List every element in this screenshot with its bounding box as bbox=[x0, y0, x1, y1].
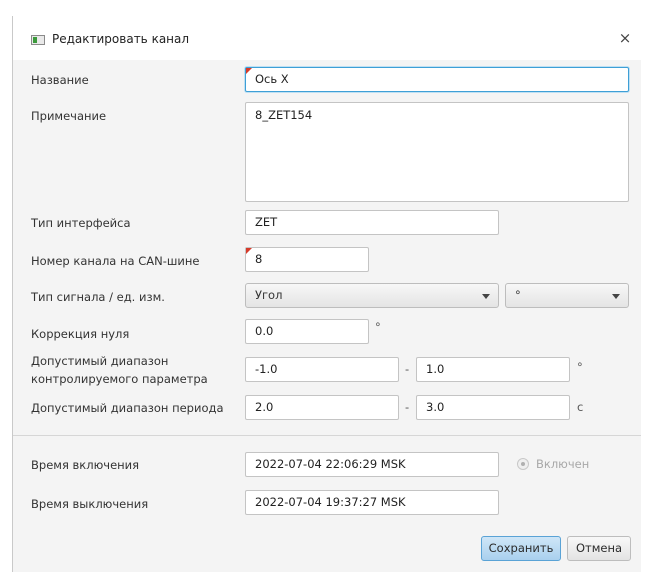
off-time-input[interactable]: 2022-07-04 19:37:27 MSK bbox=[245, 490, 499, 515]
on-time-input[interactable]: 2022-07-04 22:06:29 MSK bbox=[245, 452, 499, 477]
on-time-label: Время включения bbox=[31, 458, 140, 472]
interface-type-label: Тип интерфейса bbox=[31, 216, 131, 230]
period-range-separator: - bbox=[405, 400, 410, 414]
param-range-min-input[interactable]: -1.0 bbox=[245, 357, 399, 382]
note-label: Примечание bbox=[31, 109, 107, 123]
edit-channel-dialog: Редактировать канал × Название Ось X При… bbox=[12, 16, 641, 572]
save-button[interactable]: Сохранить bbox=[481, 536, 561, 561]
can-channel-label: Номер канала на CAN-шине bbox=[31, 254, 200, 268]
can-channel-input[interactable]: 8 bbox=[245, 247, 369, 272]
cancel-button[interactable]: Отмена bbox=[567, 536, 631, 561]
section-divider bbox=[13, 435, 641, 436]
dialog-title: Редактировать канал bbox=[52, 32, 190, 46]
note-textarea[interactable]: 8_ZET154 bbox=[245, 102, 629, 202]
enabled-radio-label: Включен bbox=[536, 457, 590, 471]
param-range-unit: ° bbox=[577, 360, 583, 374]
chevron-down-icon bbox=[482, 294, 490, 299]
param-range-label-line1: Допустимый диапазон bbox=[31, 354, 169, 368]
zero-correction-label: Коррекция нуля bbox=[31, 327, 130, 341]
signal-unit-value: ° bbox=[515, 288, 521, 302]
period-range-unit: с bbox=[577, 400, 584, 414]
chevron-down-icon bbox=[612, 294, 620, 299]
signal-unit-select[interactable]: ° bbox=[505, 283, 629, 308]
app-window-icon bbox=[31, 35, 45, 45]
param-range-label-line2: контролируемого параметра bbox=[31, 372, 208, 386]
title-bar: Редактировать канал × bbox=[13, 16, 641, 60]
signal-type-select[interactable]: Угол bbox=[245, 283, 499, 308]
period-range-label: Допустимый диапазон периода bbox=[31, 401, 224, 415]
name-input[interactable]: Ось X bbox=[245, 67, 629, 92]
radio-icon bbox=[517, 458, 529, 470]
name-label: Название bbox=[31, 73, 89, 87]
signal-type-label: Тип сигнала / ед. изм. bbox=[31, 290, 165, 304]
signal-type-value: Угол bbox=[255, 288, 283, 302]
zero-correction-input[interactable]: 0.0 bbox=[245, 319, 369, 344]
interface-type-input[interactable]: ZET bbox=[245, 210, 499, 235]
zero-correction-unit: ° bbox=[375, 320, 381, 334]
param-range-max-input[interactable]: 1.0 bbox=[416, 357, 570, 382]
period-range-min-input[interactable]: 2.0 bbox=[245, 395, 399, 420]
period-range-max-input[interactable]: 3.0 bbox=[416, 395, 570, 420]
off-time-label: Время выключения bbox=[31, 497, 149, 511]
close-icon[interactable]: × bbox=[615, 28, 635, 48]
param-range-separator: - bbox=[405, 362, 410, 376]
